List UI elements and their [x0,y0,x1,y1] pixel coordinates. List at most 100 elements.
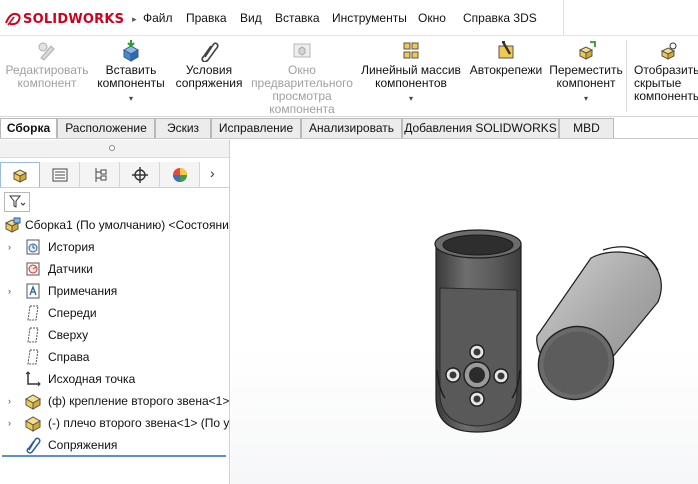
menu-file[interactable]: Файл [143,11,173,25]
tab-mbd[interactable]: MBD [559,118,614,138]
insert-components-button[interactable]: Вставить компоненты ▾ [92,36,170,117]
tree-row-part-mount[interactable]: › (ф) крепление второго звена<1> [0,391,230,411]
tree-label: Сборка1 (По умолчанию) <Состояни [25,218,229,232]
feature-manager-icon [12,169,28,183]
linear-pattern-button[interactable]: Линейный массив компонентов ▾ [356,36,466,117]
assembly-icon [4,216,22,234]
ptab-dimxpert[interactable] [120,162,160,187]
ptab-configuration-manager[interactable] [80,162,120,187]
tree-filter-button[interactable] [4,192,30,212]
move-component-icon [578,41,596,60]
tab-evaluate-fix[interactable]: Исправление [211,118,301,138]
tree-label: Спереди [48,306,97,320]
mates-folder-icon [24,436,42,454]
expand-arrow-icon[interactable]: › [8,242,11,252]
edit-component-button[interactable]: Редактировать компонент [2,36,92,117]
display-manager-icon [172,167,187,182]
tree-label: (ф) крепление второго звена<1> [48,394,230,408]
ds-logo-icon [5,12,21,26]
tree-label: Примечания [48,284,118,298]
expand-arrow-icon[interactable]: › [8,418,11,428]
tab-analyze[interactable]: Анализировать [301,118,402,138]
grip-dot-icon [109,145,115,151]
command-tabs: Сборка Расположение Эскиз Исправление Ан… [0,117,698,139]
expand-arrow-icon[interactable]: › [8,396,11,406]
graphics-area[interactable] [231,140,698,484]
tab-sketch[interactable]: Эскиз [155,118,211,138]
insert-components-dropdown-icon[interactable]: ▾ [92,92,170,105]
tree-label: Сверху [48,328,89,342]
linear-pattern-icon [403,42,419,59]
logo-menu-caret-icon[interactable]: ▸ [132,14,137,25]
tab-layout[interactable]: Расположение [57,118,155,138]
smart-fasteners-label: Автокрепежи [469,63,543,77]
component-preview-icon [293,43,311,58]
tab-assembly[interactable]: Сборка [0,118,57,138]
tree-row-assembly[interactable]: Сборка1 (По умолчанию) <Состояни [0,215,230,235]
plane-icon [24,348,42,366]
solidworks-logo[interactable]: SOLIDWORKS ▸ [4,10,137,28]
mount-part-model[interactable] [434,229,522,433]
show-hidden-label: Отобразить скрытые компоненты [634,63,698,103]
menu-bar: SOLIDWORKS ▸ Файл Правка Вид Вставка Инс… [0,0,698,36]
command-manager: Редактировать компонент Вставить компоне… [0,36,698,117]
menu-window[interactable]: Окно [418,11,446,25]
linear-pattern-dropdown-icon[interactable]: ▾ [356,92,466,105]
panel-grip[interactable] [0,140,229,158]
edit-component-label: Редактировать компонент [5,63,89,90]
mate-button[interactable]: Условия сопряжения [170,36,248,117]
panel-tabs-more-icon[interactable]: › [210,165,215,181]
ptab-property-manager[interactable] [40,162,80,187]
configuration-manager-icon [95,167,106,182]
annotations-icon [24,282,42,300]
menu-tools[interactable]: Инструменты [332,11,407,25]
ptab-feature-manager[interactable] [0,162,40,187]
tree-label: Исходная точка [48,372,136,386]
origin-icon [24,370,42,388]
move-component-button[interactable]: Переместить компонент ▾ [546,36,626,117]
tree-row-sensors[interactable]: Датчики [0,259,230,279]
arm-part-model[interactable] [526,246,662,413]
tree-label: Справа [48,350,90,364]
feature-manager-panel: › Сборка1 (По умолчанию) <Состояни › Ист… [0,140,230,484]
menu-view[interactable]: Вид [240,11,262,25]
tree-row-origin[interactable]: Исходная точка [0,369,230,389]
tree-row-annotations[interactable]: › Примечания [0,281,230,301]
part-icon [24,414,42,432]
tab-solidworks-addins[interactable]: Добавления SOLIDWORKS [402,118,559,138]
menu-insert[interactable]: Вставка [275,11,320,25]
menu-separator [563,0,564,36]
insert-components-icon [122,40,140,62]
tree-label: (-) плечо второго звена<1> (По у [48,416,230,430]
tree-row-history[interactable]: › История [0,237,230,257]
component-preview-button[interactable]: Окно предварительного просмотра компонен… [248,36,356,117]
dimxpert-icon [131,166,148,183]
sensor-icon [24,260,42,278]
smart-fasteners-button[interactable]: Автокрепежи [466,36,546,117]
command-divider [626,40,627,112]
model-view [434,229,662,433]
mate-label: Условия сопряжения [175,63,243,90]
tree-row-right-plane[interactable]: Справа [0,347,230,367]
mate-icon [201,42,219,62]
menu-edit[interactable]: Правка [186,11,227,25]
move-component-dropdown-icon[interactable]: ▾ [546,92,626,105]
edit-component-icon [38,42,55,61]
tree-row-front-plane[interactable]: Спереди [0,303,230,323]
menu-help[interactable]: Справка 3DS [463,11,537,25]
tree-row-mates[interactable]: Сопряжения [0,435,230,455]
show-hidden-components-button[interactable]: Отобразить скрытые компоненты [628,36,698,117]
smart-fasteners-icon [498,41,514,59]
tree-row-part-arm[interactable]: › (-) плечо второго звена<1> (По у [0,413,230,433]
insert-components-label: Вставить компоненты [97,63,165,90]
plane-icon [24,326,42,344]
tree-row-top-plane[interactable]: Сверху [0,325,230,345]
expand-arrow-icon[interactable]: › [8,286,11,296]
tree-label: История [48,240,95,254]
tree-label: Датчики [48,262,93,276]
ptab-display-manager[interactable] [160,162,200,187]
tree-label: Сопряжения [48,438,118,452]
panel-tabs: › [0,162,229,188]
history-icon [24,238,42,256]
tree-rollback-bar[interactable] [2,455,226,457]
